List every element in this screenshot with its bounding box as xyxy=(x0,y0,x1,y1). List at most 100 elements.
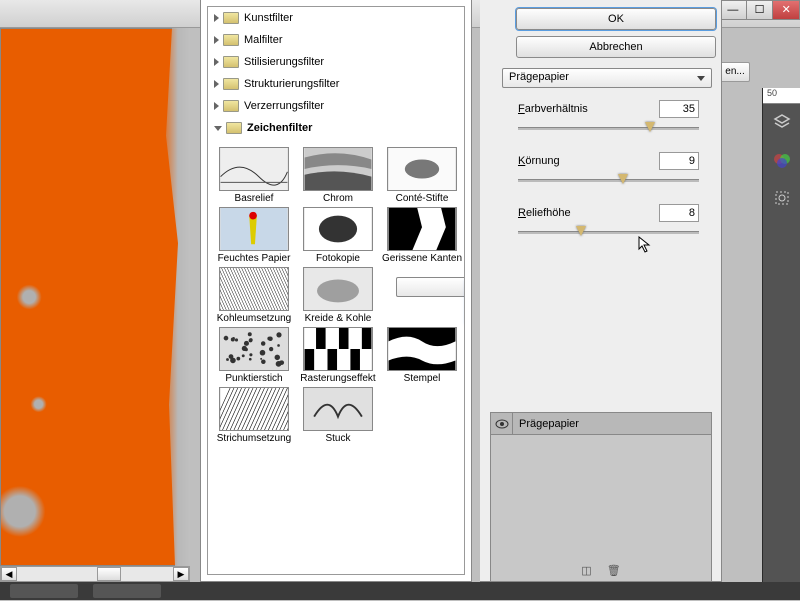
filter-label: Gerissene Kanten xyxy=(382,253,462,265)
filter-kohleumsetzung[interactable]: Kohleumsetzung xyxy=(214,267,294,325)
folder-icon xyxy=(226,122,242,134)
filter-punktierstich[interactable]: Punktierstich xyxy=(214,327,294,385)
taskbar-item[interactable] xyxy=(93,584,161,598)
filter-thumb xyxy=(387,327,457,371)
filter-label: Stempel xyxy=(382,373,462,385)
close-button[interactable]: ✕ xyxy=(772,0,800,20)
filter-thumb xyxy=(303,387,373,431)
minimize-button[interactable]: — xyxy=(719,0,747,20)
filter-thumb xyxy=(219,147,289,191)
category-stilisierungsfilter[interactable]: Stilisierungsfilter xyxy=(208,51,464,73)
effect-layers: Prägepapier ◫ 🗑 xyxy=(490,412,712,582)
category-malfilter[interactable]: Malfilter xyxy=(208,29,464,51)
param-label: Reliefhöhe xyxy=(518,207,571,219)
category-strukturierungsfilter[interactable]: Strukturierungsfilter xyxy=(208,73,464,95)
filter-thumb xyxy=(219,327,289,371)
filter-stempel[interactable]: Stempel xyxy=(382,327,462,385)
filter-thumb xyxy=(303,147,373,191)
param-input[interactable] xyxy=(659,100,699,118)
filter-label: Fotokopie xyxy=(298,253,378,265)
slider-handle-icon[interactable] xyxy=(576,226,586,236)
filter-thumb xyxy=(303,327,373,371)
filter-kreide-kohle[interactable]: Kreide & Kohle xyxy=(298,267,378,325)
category-zeichenfilter[interactable]: Zeichenfilter xyxy=(208,117,464,139)
filter-label: Strichumsetzung xyxy=(214,433,294,445)
filter-label: Feuchtes Papier xyxy=(214,253,294,265)
window-controls: — ☐ ✕ xyxy=(720,0,800,26)
filter-basrelief[interactable]: Basrelief xyxy=(214,147,294,205)
category-kunstfilter[interactable]: Kunstfilter xyxy=(208,7,464,29)
category-label: Stilisierungsfilter xyxy=(244,56,324,68)
ok-button[interactable]: OK xyxy=(516,8,716,30)
new-layer-icon[interactable]: ◫ xyxy=(581,565,591,577)
filter-chrom[interactable]: Chrom xyxy=(298,147,378,205)
slider-handle-icon[interactable] xyxy=(645,122,655,132)
scroll-thumb[interactable] xyxy=(97,567,121,581)
filter-thumb xyxy=(219,267,289,311)
expand-icon xyxy=(214,36,219,44)
filter-label: Chrom xyxy=(298,193,378,205)
param-slider[interactable] xyxy=(518,174,699,186)
filter-thumb xyxy=(387,147,457,191)
category-label: Strukturierungsfilter xyxy=(244,78,339,90)
cancel-button[interactable]: Abbrechen xyxy=(516,36,716,58)
category-label: Zeichenfilter xyxy=(247,122,312,134)
folder-icon xyxy=(223,100,239,112)
filter-label: Punktierstich xyxy=(214,373,294,385)
expand-icon xyxy=(214,58,219,66)
filter-pr-gepapier[interactable]: Prägepapier xyxy=(396,277,465,297)
param-reliefhöhe: Reliefhöhe xyxy=(518,204,699,238)
filter-fotokopie[interactable]: Fotokopie xyxy=(298,207,378,265)
filter-label: Basrelief xyxy=(214,193,294,205)
param-label: Farbverhältnis xyxy=(518,103,588,115)
expand-icon xyxy=(214,126,222,131)
folder-icon xyxy=(223,78,239,90)
preview-scroll-h[interactable]: ◀ ▶ xyxy=(0,566,190,582)
layers-panel-icon[interactable] xyxy=(768,108,796,136)
filter-label: Kohleumsetzung xyxy=(214,313,294,325)
filter-stuck[interactable]: Stuck xyxy=(298,387,378,445)
folder-icon xyxy=(223,34,239,46)
folder-icon xyxy=(223,12,239,24)
paths-panel-icon[interactable] xyxy=(768,184,796,212)
param-label: Körnung xyxy=(518,155,560,167)
expand-icon xyxy=(214,80,219,88)
taskbar-item[interactable] xyxy=(10,584,78,598)
filter-cont-stifte[interactable]: Conté-Stifte xyxy=(382,147,462,205)
taskbar xyxy=(0,582,800,600)
filter-rasterungseffekt[interactable]: Rasterungseffekt xyxy=(298,327,378,385)
filter-gerissene-kanten[interactable]: Gerissene Kanten xyxy=(382,207,462,265)
param-slider[interactable] xyxy=(518,122,699,134)
filter-thumb xyxy=(219,387,289,431)
param-input[interactable] xyxy=(659,152,699,170)
filter-label: Rasterungseffekt xyxy=(298,373,378,385)
filter-thumb xyxy=(387,207,457,251)
filter-strichumsetzung[interactable]: Strichumsetzung xyxy=(214,387,294,445)
param-körnung: Körnung xyxy=(518,152,699,186)
filter-label: Conté-Stifte xyxy=(382,193,462,205)
ruler-tick: 50 xyxy=(763,88,800,104)
param-farbverhältnis: Farbverhältnis xyxy=(518,100,699,134)
category-verzerrungsfilter[interactable]: Verzerrungsfilter xyxy=(208,95,464,117)
maximize-button[interactable]: ☐ xyxy=(746,0,774,20)
scroll-left-arrow[interactable]: ◀ xyxy=(1,567,17,581)
category-label: Verzerrungsfilter xyxy=(244,100,324,112)
filter-browser: Kunstfilter Malfilter Stilisierungsfilter S… xyxy=(200,0,472,582)
scroll-right-arrow[interactable]: ▶ xyxy=(173,567,189,581)
param-slider[interactable] xyxy=(518,226,699,238)
category-label: Kunstfilter xyxy=(244,12,293,24)
effect-layer-name[interactable]: Prägepapier xyxy=(513,418,579,430)
channels-panel-icon[interactable] xyxy=(768,146,796,174)
filter-feuchtes-papier[interactable]: Feuchtes Papier xyxy=(214,207,294,265)
effect-dropdown[interactable]: Prägepapier xyxy=(502,68,712,88)
side-dock: 50 xyxy=(762,88,800,582)
filter-label: Kreide & Kohle xyxy=(298,313,378,325)
slider-handle-icon[interactable] xyxy=(618,174,628,184)
visibility-icon[interactable] xyxy=(491,413,513,435)
settings-button-partial[interactable]: en... xyxy=(720,62,750,82)
delete-layer-icon[interactable]: 🗑 xyxy=(607,565,621,577)
param-input[interactable] xyxy=(659,204,699,222)
category-label: Malfilter xyxy=(244,34,283,46)
filter-thumb xyxy=(219,207,289,251)
expand-icon xyxy=(214,102,219,110)
